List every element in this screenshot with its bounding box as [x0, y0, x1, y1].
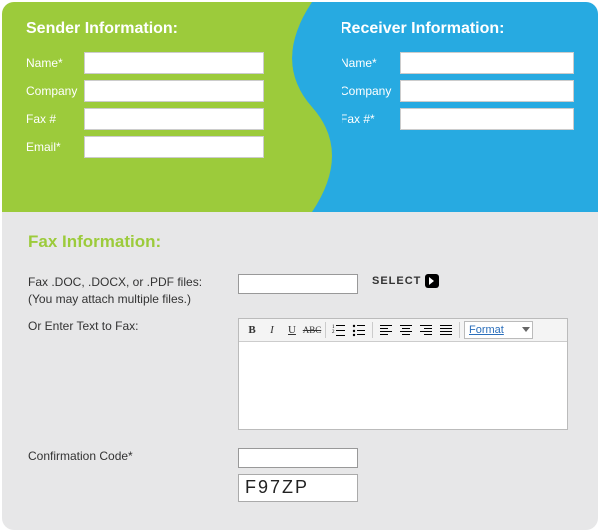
file-attach-label: Fax .DOC, .DOCX, or .PDF files: (You may…	[28, 274, 238, 308]
file-path-input[interactable]	[238, 274, 358, 294]
file-attach-label-line2: (You may attach multiple files.)	[28, 292, 191, 306]
editor-toolbar: B I U ABC 12	[239, 319, 567, 342]
confirmation-code-input[interactable]	[238, 448, 358, 468]
file-attach-label-line1: Fax .DOC, .DOCX, or .PDF files:	[28, 275, 202, 289]
sender-name-label: Name*	[26, 56, 84, 70]
ordered-list-button[interactable]: 12	[330, 321, 348, 339]
sender-email-row: Email*	[26, 136, 290, 158]
receiver-company-input[interactable]	[400, 80, 574, 102]
format-dropdown[interactable]: Format	[464, 321, 533, 339]
receiver-name-label: Name*	[340, 56, 400, 70]
panel-divider-curve	[282, 2, 342, 212]
sender-panel: Sender Information: Name* Company Fax # …	[2, 2, 300, 212]
chevron-down-icon	[522, 327, 530, 332]
file-attach-row: Fax .DOC, .DOCX, or .PDF files: (You may…	[28, 274, 572, 308]
fax-form-container: Sender Information: Name* Company Fax # …	[2, 2, 598, 530]
align-left-icon	[379, 323, 393, 337]
fax-info-title: Fax Information:	[28, 232, 572, 252]
align-justify-button[interactable]	[437, 321, 455, 339]
confirmation-controls: F97ZP	[238, 448, 358, 502]
sender-title: Sender Information:	[26, 20, 290, 38]
sender-fax-label: Fax #	[26, 112, 84, 126]
receiver-fax-label: Fax #*	[340, 112, 400, 126]
confirmation-row: Confirmation Code* F97ZP	[28, 448, 572, 502]
sender-company-label: Company	[26, 84, 84, 98]
format-dropdown-label: Format	[469, 324, 504, 336]
play-icon	[425, 274, 439, 288]
toolbar-separator	[459, 322, 460, 338]
toolbar-separator	[325, 322, 326, 338]
receiver-name-input[interactable]	[400, 52, 574, 74]
svg-text:2: 2	[332, 330, 335, 335]
bold-button[interactable]: B	[243, 321, 261, 339]
receiver-title: Receiver Information:	[340, 20, 574, 38]
receiver-fax-input[interactable]	[400, 108, 574, 130]
sender-company-input[interactable]	[84, 80, 264, 102]
sender-fax-input[interactable]	[84, 108, 264, 130]
toolbar-separator	[372, 322, 373, 338]
unordered-list-button[interactable]	[350, 321, 368, 339]
receiver-company-row: Company	[340, 80, 574, 102]
italic-button[interactable]: I	[263, 321, 281, 339]
rich-text-editor: B I U ABC 12	[238, 318, 568, 430]
top-panels: Sender Information: Name* Company Fax # …	[2, 2, 598, 212]
receiver-fax-row: Fax #*	[340, 108, 574, 130]
fax-text-input[interactable]	[239, 342, 567, 426]
sender-company-row: Company	[26, 80, 290, 102]
sender-name-input[interactable]	[84, 52, 264, 74]
sender-fax-row: Fax #	[26, 108, 290, 130]
fax-info-panel: Fax Information: Fax .DOC, .DOCX, or .PD…	[2, 212, 598, 530]
receiver-panel: Receiver Information: Name* Company Fax …	[300, 2, 598, 212]
align-right-icon	[419, 323, 433, 337]
underline-button[interactable]: U	[283, 321, 301, 339]
align-right-button[interactable]	[417, 321, 435, 339]
receiver-company-label: Company	[340, 84, 400, 98]
text-entry-label: Or Enter Text to Fax:	[28, 318, 238, 335]
align-left-button[interactable]	[377, 321, 395, 339]
strikethrough-button[interactable]: ABC	[303, 321, 321, 339]
captcha-image: F97ZP	[238, 474, 358, 502]
sender-name-row: Name*	[26, 52, 290, 74]
align-center-button[interactable]	[397, 321, 415, 339]
select-file-button[interactable]: SELECT	[372, 274, 439, 288]
text-entry-row: Or Enter Text to Fax: B I U ABC 12	[28, 318, 572, 430]
select-file-label: SELECT	[372, 275, 421, 287]
sender-email-label: Email*	[26, 140, 84, 154]
sender-email-input[interactable]	[84, 136, 264, 158]
receiver-name-row: Name*	[340, 52, 574, 74]
unordered-list-icon	[352, 323, 366, 337]
confirmation-label: Confirmation Code*	[28, 448, 238, 465]
align-justify-icon	[439, 323, 453, 337]
ordered-list-icon: 12	[332, 323, 346, 337]
align-center-icon	[399, 323, 413, 337]
